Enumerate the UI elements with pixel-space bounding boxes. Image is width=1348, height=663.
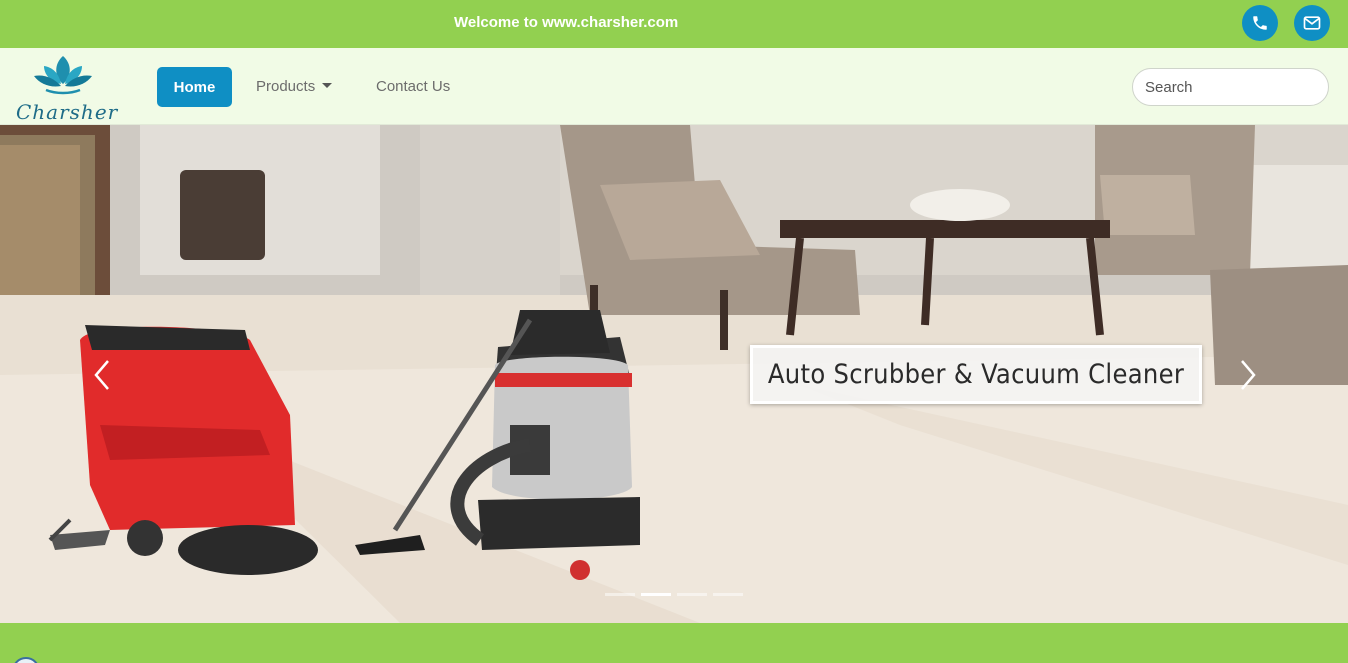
main-navbar: Charsher Home Products Contact Us bbox=[0, 48, 1348, 125]
carousel-indicator-3[interactable] bbox=[677, 593, 707, 596]
chevron-right-icon bbox=[1241, 360, 1256, 390]
search-input[interactable] bbox=[1132, 68, 1329, 106]
carousel-indicator-4[interactable] bbox=[713, 593, 743, 596]
phone-button[interactable] bbox=[1242, 5, 1278, 41]
welcome-text: Welcome to www.charsher.com bbox=[454, 14, 679, 31]
nav-contact[interactable]: Contact Us bbox=[376, 78, 450, 95]
brand-name: Charsher bbox=[16, 100, 119, 124]
partial-icon bbox=[12, 657, 40, 663]
nav-products-label: Products bbox=[256, 78, 316, 95]
top-bar: Welcome to www.charsher.com bbox=[0, 0, 1348, 48]
mail-button[interactable] bbox=[1294, 5, 1330, 41]
bottom-band bbox=[0, 623, 1348, 663]
carousel-indicator-2[interactable] bbox=[641, 593, 671, 596]
carousel-caption: Auto Scrubber & Vacuum Cleaner bbox=[750, 345, 1202, 404]
carousel-indicator-1[interactable] bbox=[605, 593, 635, 596]
chevron-left-icon bbox=[94, 360, 109, 390]
carousel-prev[interactable] bbox=[90, 355, 114, 395]
nav-home[interactable]: Home bbox=[157, 67, 232, 107]
phone-icon bbox=[1253, 16, 1267, 30]
carousel-next[interactable] bbox=[1236, 355, 1260, 395]
nav-products[interactable]: Products bbox=[256, 78, 333, 95]
brand-logo[interactable]: Charsher bbox=[14, 54, 117, 124]
mail-icon bbox=[1303, 16, 1321, 30]
hero-carousel: Auto Scrubber & Vacuum Cleaner bbox=[0, 125, 1348, 623]
lotus-icon bbox=[34, 56, 92, 95]
caret-down-icon bbox=[322, 83, 333, 88]
carousel-indicators bbox=[605, 593, 743, 596]
